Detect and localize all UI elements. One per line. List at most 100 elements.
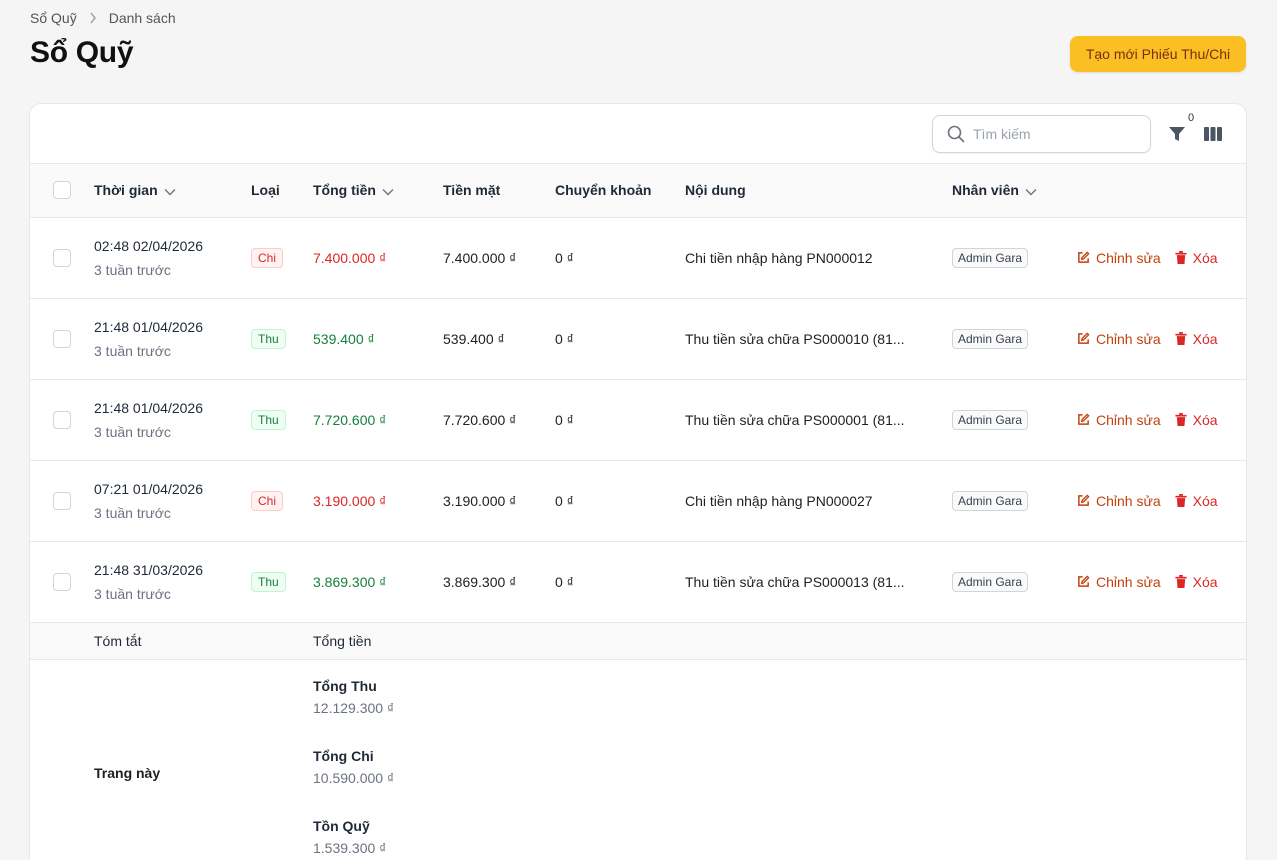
staff-badge: Admin Gara <box>952 490 1029 511</box>
row-content: Thu tiền sửa chữa PS000013 (81... <box>685 573 905 590</box>
row-total: 3.869.300 ₫ <box>313 573 387 590</box>
row-transfer: 0 ₫ <box>555 492 574 509</box>
summary-balance: Tồn Quỹ 1.539.300 ₫ <box>313 817 387 856</box>
summary-total-thu: Tổng Thu 12.129.300 ₫ <box>313 677 395 716</box>
type-badge: Thu <box>251 571 286 592</box>
trash-icon <box>1175 494 1187 507</box>
table-row[interactable]: 21:48 31/03/2026 3 tuần trước Thu 3.869.… <box>30 541 1246 622</box>
row-content: Chi tiền nhập hàng PN000012 <box>685 249 873 266</box>
row-content: Chi tiền nhập hàng PN000027 <box>685 492 873 509</box>
chevron-right-icon <box>89 12 97 24</box>
filter-icon[interactable] <box>1167 124 1187 144</box>
col-staff[interactable]: Nhân viên <box>952 164 1077 217</box>
cashbook-table: Thời gian Loại Tổng tiền Tiền mặt Chuyển… <box>30 164 1246 860</box>
breadcrumb: Sổ Quỹ Danh sách <box>30 10 176 26</box>
edit-button[interactable]: Chỉnh sửa <box>1077 250 1161 266</box>
row-relative-time: 3 tuần trước <box>94 585 171 602</box>
row-transfer: 0 ₫ <box>555 411 574 428</box>
delete-button[interactable]: Xóa <box>1175 412 1218 428</box>
col-transfer: Chuyển khoản <box>555 182 652 199</box>
row-content: Thu tiền sửa chữa PS000010 (81... <box>685 330 905 347</box>
summary-total-chi: Tổng Chi 10.590.000 ₫ <box>313 747 395 786</box>
summary-scope: Trang này <box>94 765 161 782</box>
row-content: Thu tiền sửa chữa PS000001 (81... <box>685 411 905 428</box>
select-all-checkbox[interactable] <box>53 181 71 200</box>
cashbook-card: 0 Thời gian Loại Tổng tiền Tiền mặt Chuy… <box>29 103 1247 860</box>
chevron-down-icon <box>1025 188 1037 196</box>
row-relative-time: 3 tuần trước <box>94 504 171 521</box>
row-time: 02:48 02/04/2026 <box>94 237 203 254</box>
row-total: 7.400.000 ₫ <box>313 249 387 266</box>
table-toolbar: 0 <box>30 104 1246 164</box>
row-checkbox[interactable] <box>53 329 71 348</box>
row-total: 539.400 ₫ <box>313 330 375 347</box>
staff-badge: Admin Gara <box>952 409 1029 430</box>
row-relative-time: 3 tuần trước <box>94 342 171 359</box>
row-relative-time: 3 tuần trước <box>94 423 171 440</box>
type-badge: Thu <box>251 409 286 430</box>
table-header: Thời gian Loại Tổng tiền Tiền mặt Chuyển… <box>30 164 1246 217</box>
row-time: 21:48 01/04/2026 <box>94 399 203 416</box>
col-time[interactable]: Thời gian <box>94 164 251 217</box>
staff-badge: Admin Gara <box>952 247 1029 268</box>
edit-button[interactable]: Chỉnh sửa <box>1077 493 1161 509</box>
row-checkbox[interactable] <box>53 410 71 429</box>
trash-icon <box>1175 575 1187 588</box>
delete-button[interactable]: Xóa <box>1175 574 1218 590</box>
filter-count-badge: 0 <box>1188 112 1195 124</box>
table-row[interactable]: 21:48 01/04/2026 3 tuần trước Thu 7.720.… <box>30 379 1246 460</box>
col-actions <box>1077 164 1246 217</box>
row-cash: 3.869.300 ₫ <box>443 573 517 590</box>
type-badge: Chi <box>251 247 284 268</box>
summary-total-header: Tổng tiền <box>313 632 372 649</box>
col-content: Nội dung <box>685 182 746 199</box>
trash-icon <box>1175 413 1187 426</box>
row-cash: 539.400 ₫ <box>443 330 505 347</box>
edit-icon <box>1078 251 1090 263</box>
edit-icon <box>1078 494 1090 506</box>
staff-badge: Admin Gara <box>952 571 1029 592</box>
chevron-down-icon <box>164 188 176 196</box>
edit-button[interactable]: Chỉnh sửa <box>1077 412 1161 428</box>
search-input[interactable] <box>973 126 1133 142</box>
row-transfer: 0 ₫ <box>555 330 574 347</box>
chevron-down-icon <box>382 188 394 196</box>
type-badge: Thu <box>251 328 286 349</box>
row-time: 21:48 01/04/2026 <box>94 318 203 335</box>
search-icon <box>947 125 965 143</box>
delete-button[interactable]: Xóa <box>1175 250 1218 266</box>
summary-header: Tóm tắt Tổng tiền <box>30 622 1246 659</box>
delete-button[interactable]: Xóa <box>1175 493 1218 509</box>
edit-icon <box>1078 575 1090 587</box>
summary-row: Trang này Tổng Thu 12.129.300 ₫ Tổng Chi… <box>30 659 1246 860</box>
row-relative-time: 3 tuần trước <box>94 261 171 278</box>
table-row[interactable]: 02:48 02/04/2026 3 tuần trước Chi 7.400.… <box>30 217 1246 298</box>
table-row[interactable]: 21:48 01/04/2026 3 tuần trước Thu 539.40… <box>30 298 1246 379</box>
edit-icon <box>1078 332 1090 344</box>
col-total[interactable]: Tổng tiền <box>313 164 443 217</box>
row-time: 07:21 01/04/2026 <box>94 480 203 497</box>
edit-icon <box>1078 413 1090 425</box>
row-checkbox[interactable] <box>53 248 71 267</box>
create-receipt-button[interactable]: Tạo mới Phiếu Thu/Chi <box>1070 36 1246 72</box>
row-cash: 7.400.000 ₫ <box>443 249 517 266</box>
columns-icon[interactable] <box>1203 124 1223 144</box>
trash-icon <box>1175 251 1187 264</box>
summary-title: Tóm tắt <box>94 632 142 649</box>
row-transfer: 0 ₫ <box>555 573 574 590</box>
col-cash: Tiền mặt <box>443 182 501 199</box>
edit-button[interactable]: Chỉnh sửa <box>1077 331 1161 347</box>
row-checkbox[interactable] <box>53 491 71 510</box>
row-transfer: 0 ₫ <box>555 249 574 266</box>
col-type: Loại <box>251 182 280 199</box>
row-cash: 7.720.600 ₫ <box>443 411 517 428</box>
trash-icon <box>1175 332 1187 345</box>
search-box[interactable] <box>932 115 1151 153</box>
edit-button[interactable]: Chỉnh sửa <box>1077 574 1161 590</box>
row-checkbox[interactable] <box>53 572 71 591</box>
staff-badge: Admin Gara <box>952 328 1029 349</box>
row-total: 7.720.600 ₫ <box>313 411 387 428</box>
table-row[interactable]: 07:21 01/04/2026 3 tuần trước Chi 3.190.… <box>30 460 1246 541</box>
breadcrumb-root[interactable]: Sổ Quỹ <box>30 10 77 26</box>
delete-button[interactable]: Xóa <box>1175 331 1218 347</box>
